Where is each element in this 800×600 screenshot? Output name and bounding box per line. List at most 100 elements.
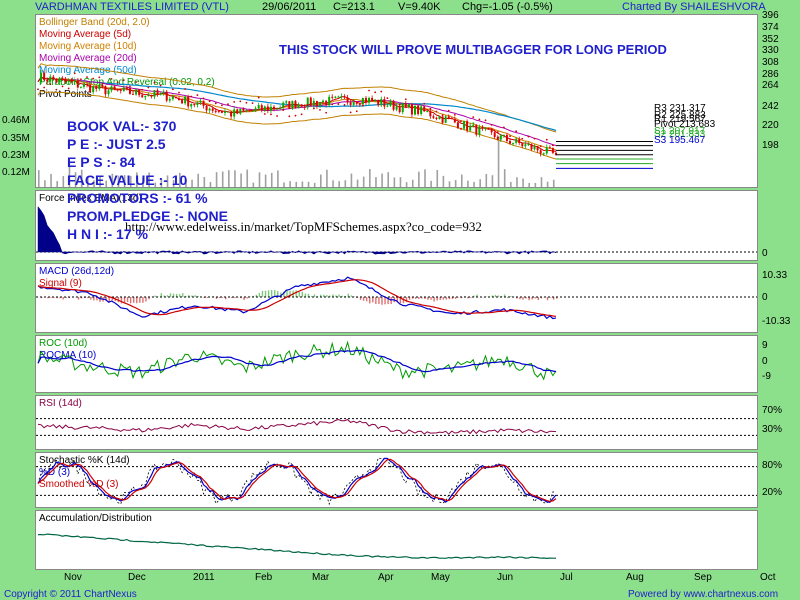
psar-dot [171,88,174,91]
macd-histogram-bar [304,293,307,297]
x-tick: Aug [626,572,644,583]
psar-dot [104,85,107,88]
candle-body [184,96,187,104]
candle-body [266,106,269,111]
candle-body [545,147,548,154]
candle-body [334,96,337,98]
candle-body [309,97,312,106]
volume-bar [246,169,249,187]
psar-dot [116,81,119,84]
fund-promotors: PROMOTORS :- 61 % [67,190,208,206]
y-tick: 10.33 [762,270,788,281]
volume-bar [510,181,512,187]
volume-bar [234,170,236,187]
psar-dot [251,102,254,105]
candle-body [536,146,539,151]
macd-histogram-bar [381,297,383,305]
psar-dot [447,109,450,112]
psar-dot [392,101,395,104]
macd-histogram-bar [129,297,132,304]
candle-body [527,144,530,146]
candle-body [141,95,144,98]
volume-bar [56,181,58,187]
volume-bar [411,179,414,187]
psar-dot [86,76,88,79]
candle-body [291,100,294,109]
stoch-k-line [37,457,557,506]
candle-body [294,100,297,109]
candle-body [512,142,515,144]
psar-dot [417,105,419,108]
psar-dot [233,101,236,103]
candle-body [205,105,208,111]
macd-histogram-bar [301,291,303,297]
candle-body [168,99,171,101]
macd-histogram-bar [139,297,141,303]
candle-body [227,111,230,113]
candle-body [533,146,536,150]
candle-body [128,87,131,94]
macd-histogram-bar [258,292,261,297]
macd-histogram-bar [375,297,377,305]
x-tick: Jun [497,572,514,583]
macd-histogram-bar [298,292,300,297]
psar-dot [98,76,101,79]
psar-dot [368,89,370,92]
psar-dot [270,113,272,116]
psar-dot [221,104,223,107]
candle-body [208,108,211,111]
candle-body [144,96,147,98]
volume-bar [522,178,524,187]
candle-body [52,76,55,80]
fundamentals-list: BOOK VAL:- 370 P E :- JUST 2.5 E P S :- … [67,117,228,243]
volume-bar [332,180,334,187]
macd-histogram-bar [221,297,224,298]
candle-body [312,100,315,106]
candle-body [328,96,331,106]
candle-body [159,92,162,95]
candle-body [251,110,254,112]
psar-dot [49,83,52,86]
x-tick: Sep [694,572,712,583]
y-tick: 374 [762,22,779,33]
y-tick: -9 [762,371,771,382]
candle-body [104,86,107,95]
macd-histogram-bar [62,297,64,300]
psar-dot [355,110,358,113]
macd-histogram-bar [390,297,392,305]
candle-body [358,103,361,105]
psar-dot [300,113,303,116]
psar-dot [67,87,70,90]
macd-histogram-bar [246,297,248,299]
volume-bar [258,172,261,187]
candle-body [79,86,82,88]
candle-body [325,100,328,106]
candle-body [263,106,266,111]
macd-histogram-bar [534,297,536,299]
y-tick: 0 [762,248,768,259]
macd-histogram-bar [169,293,172,297]
macd-histogram-bar [313,294,316,297]
volume-bar [393,177,396,187]
psar-dot [129,85,131,88]
psar-dot [153,81,156,84]
psar-dot [509,135,511,138]
candle-body [174,96,177,99]
volume-bar [448,181,451,187]
psar-dot [227,103,229,106]
macd-histogram-bar [338,294,340,297]
candle-body [371,97,374,102]
candle-body [429,110,432,117]
psar-dot [441,114,444,117]
psar-dot [386,97,389,100]
candle-body [110,86,113,91]
candle-body [355,102,358,104]
candle-body [518,138,521,144]
accumulation-distribution-line [38,533,556,560]
candle-body [349,102,352,105]
candle-body [135,89,138,95]
y-tick: 396 [762,10,779,21]
volume-bar [319,174,322,187]
macd-histogram-bar [261,290,264,297]
psar-dot [288,115,291,118]
